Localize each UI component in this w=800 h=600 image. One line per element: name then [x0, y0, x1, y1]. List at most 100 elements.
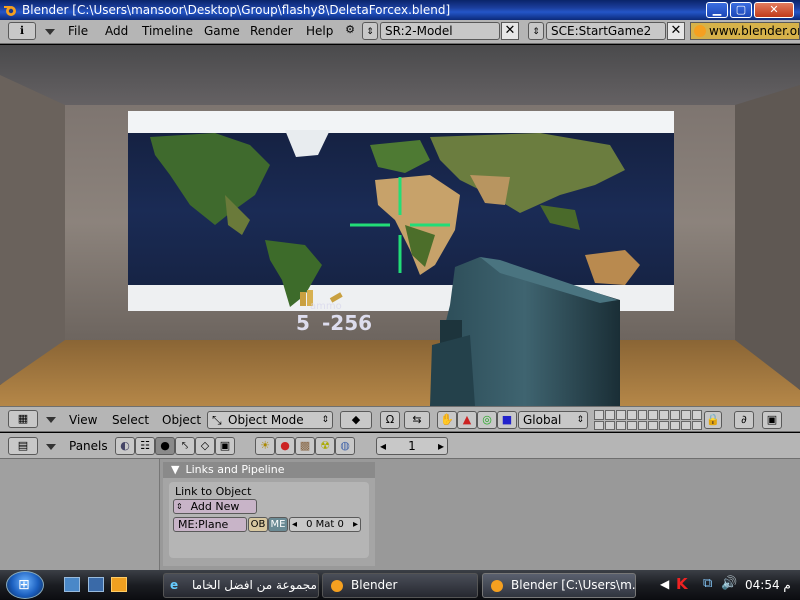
object-mode-icon: ⤡ [212, 413, 222, 427]
script-icon: ☷ [140, 439, 150, 452]
menu-add[interactable]: Add [105, 20, 128, 42]
taskbar-blender-1[interactable]: Blender [322, 573, 478, 598]
translate-manipulator[interactable]: ▲ [457, 411, 477, 429]
material-buttons[interactable]: ● [275, 437, 295, 455]
pivot-button[interactable]: Ω [380, 411, 400, 429]
scene-image-icon: ▣ [219, 439, 231, 452]
render-preview-button[interactable]: ▣ [762, 411, 782, 429]
buttons-window-type[interactable]: ▤ [8, 437, 38, 455]
clock[interactable]: 04:54 م [745, 570, 791, 600]
layer-buttons[interactable] [594, 410, 702, 430]
buttons-window-header: ▤ Panels ◐ ☷ ● ⤣ ◇ ▣ ☀ ● ▩ ☢ ◍ ◂ 1 ▸ [0, 433, 800, 459]
screen-arrows-button[interactable]: ⇕ [362, 22, 378, 40]
menu-file[interactable]: File [68, 20, 88, 42]
x-icon: ✕ [670, 23, 682, 38]
scene-name-field[interactable]: SCE:StartGame2 [546, 22, 666, 40]
blender-url-link[interactable]: www.blender.or [690, 22, 800, 40]
manipulator-toggle[interactable]: ✋ [437, 411, 457, 429]
score-counter: -256 [322, 311, 373, 335]
windows-logo-icon: ⊞ [18, 577, 30, 593]
collapse-menu-icon[interactable] [45, 29, 55, 35]
antivirus-tray-icon[interactable]: K [676, 575, 688, 593]
taskbar-blender-2[interactable]: Blender [C:\Users\m... [482, 573, 636, 598]
me-link-button[interactable]: ME [268, 517, 288, 532]
object-context-button[interactable]: ⤣ [175, 437, 195, 455]
task-label: Blender [C:\Users\m... [511, 578, 636, 592]
panels-label: Panels [69, 439, 108, 453]
dropdown-arrows-icon: ⇕ [321, 415, 329, 425]
updown-arrows-icon: ⇕ [176, 502, 183, 511]
delete-screen-button[interactable]: ✕ [501, 22, 519, 40]
grid-icon: ▦ [17, 412, 29, 425]
hand-icon: ✋ [440, 413, 454, 426]
radiosity-buttons[interactable]: ☢ [315, 437, 335, 455]
menu-game[interactable]: Game [204, 20, 240, 42]
show-desktop-icon[interactable] [64, 577, 80, 592]
maximize-icon: ▢ [735, 3, 747, 16]
collapse-buttons-header-icon[interactable] [46, 444, 56, 450]
dropdown-arrows-icon: ⇕ [576, 415, 584, 425]
material-sphere-icon: ● [280, 439, 290, 452]
orientation-dropdown[interactable]: Global ⇕ [518, 411, 588, 429]
menu-object[interactable]: Object [162, 409, 201, 431]
material-index-field[interactable]: ◂ 0 Mat 0 ▸ [289, 517, 361, 532]
right-arrow-icon: ▸ [352, 519, 358, 530]
minimize-button[interactable]: ▁ [706, 2, 728, 18]
switch-windows-icon[interactable] [88, 577, 104, 592]
texture-buttons[interactable]: ▩ [295, 437, 315, 455]
logic-context-button[interactable]: ◐ [115, 437, 135, 455]
3d-viewport[interactable]: ammo 5 -256 [0, 45, 800, 406]
add-new-button[interactable]: ⇕ Add New [173, 499, 257, 514]
start-button[interactable]: ⊞ [6, 571, 44, 599]
menu-select[interactable]: Select [112, 409, 149, 431]
shading-context-button[interactable]: ● [155, 437, 175, 455]
task-label: مجموعة من افضل الخاما... [192, 578, 318, 592]
frame-number-field[interactable]: ◂ 1 ▸ [376, 437, 448, 455]
menu-timeline[interactable]: Timeline [142, 20, 193, 42]
world-buttons[interactable]: ◍ [335, 437, 355, 455]
link-icon: ∂ [741, 413, 747, 426]
pivot-point-dropdown[interactable]: ⇆ [404, 411, 430, 429]
tray-expand-icon[interactable]: ◀ [660, 577, 669, 591]
menu-help[interactable]: Help [306, 20, 333, 42]
mesh-name-field[interactable]: ME:Plane [173, 517, 247, 532]
collapse-header-icon[interactable] [46, 417, 56, 423]
frame-value: 1 [408, 439, 416, 453]
screen-browse-button[interactable]: ⚙ [340, 22, 360, 40]
menu-view[interactable]: View [69, 409, 97, 431]
editing-context-button[interactable]: ◇ [195, 437, 215, 455]
lamp-buttons[interactable]: ☀ [255, 437, 275, 455]
links-and-pipeline-panel: ▼ Links and Pipeline Link to Object ⇕ Add … [163, 462, 375, 566]
panel-header[interactable]: ▼ Links and Pipeline [163, 462, 375, 478]
info-icon: ℹ [19, 24, 25, 37]
script-context-button[interactable]: ☷ [135, 437, 155, 455]
x-icon: ✕ [504, 23, 516, 38]
editor-type-button[interactable]: ▦ [8, 410, 38, 428]
volume-tray-icon[interactable]: 🔊 [721, 576, 737, 591]
close-button[interactable]: ✕ [754, 2, 794, 18]
lock-layers-button[interactable]: 🔒 [704, 411, 722, 429]
texture-icon: ▩ [299, 439, 311, 452]
mode-dropdown[interactable]: ⤡ Object Mode ⇕ [207, 411, 333, 429]
media-player-icon[interactable] [111, 577, 127, 592]
ob-link-button[interactable]: OB [248, 517, 268, 532]
scene-arrows-button[interactable]: ⇕ [528, 22, 544, 40]
rotate-manipulator[interactable]: ◎ [477, 411, 497, 429]
task-label: Blender [351, 578, 398, 592]
blender-logo-icon [4, 6, 16, 16]
draw-type-dropdown[interactable]: ◆ [340, 411, 372, 429]
proportional-edit-button[interactable]: ∂ [734, 411, 754, 429]
panel-collapse-icon: ▼ [171, 463, 180, 476]
menu-render[interactable]: Render [250, 20, 293, 42]
network-tray-icon[interactable]: ⧉ [703, 576, 712, 591]
screen-name-field[interactable]: SR:2-Model [380, 22, 500, 40]
circle-icon: ◎ [482, 413, 492, 426]
panel-inner-box: Link to Object ⇕ Add New ME:Plane OB ME ◂… [169, 482, 369, 558]
scene-context-button[interactable]: ▣ [215, 437, 235, 455]
lamp-icon: ☀ [260, 439, 270, 452]
scale-manipulator[interactable]: ■ [497, 411, 517, 429]
maximize-button[interactable]: ▢ [730, 2, 752, 18]
delete-scene-button[interactable]: ✕ [667, 22, 685, 40]
taskbar-browser-window[interactable]: e مجموعة من افضل الخاما... [163, 573, 319, 598]
info-window-type-button[interactable]: ℹ [8, 22, 36, 40]
